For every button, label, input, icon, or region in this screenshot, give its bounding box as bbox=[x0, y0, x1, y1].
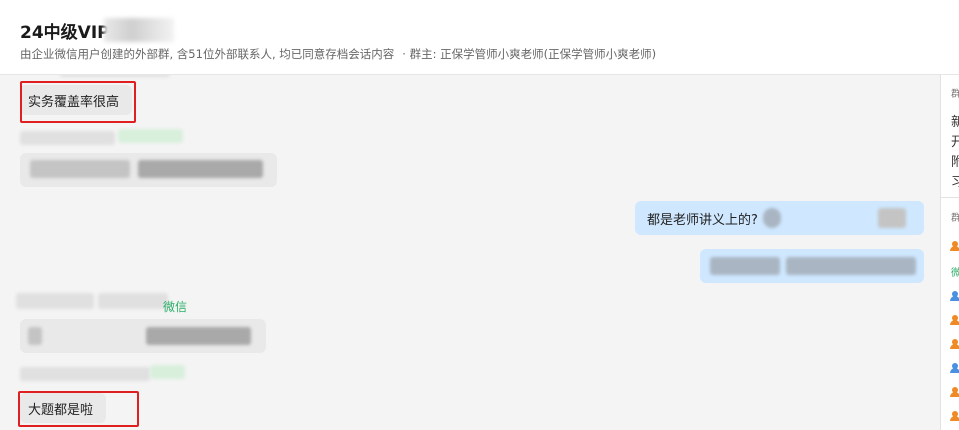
group-member-info: 由企业微信用户创建的外部群, 含51位外部联系人, 均已同意存档会话内容 bbox=[20, 47, 395, 61]
member-icon[interactable] bbox=[950, 363, 959, 373]
notice-text: 新 bbox=[951, 111, 959, 130]
wechat-label: 微 bbox=[951, 264, 959, 279]
chat-header: 24中级VIP 由企业微信用户创建的外部群, 含51位外部联系人, 均已同意存档… bbox=[0, 0, 959, 75]
member-icon[interactable] bbox=[950, 411, 959, 421]
redacted-content bbox=[60, 75, 170, 77]
message-bubble[interactable] bbox=[700, 249, 924, 283]
message-bubble[interactable] bbox=[20, 153, 277, 187]
redacted-title-suffix bbox=[104, 18, 174, 42]
member-icon[interactable] bbox=[950, 315, 959, 325]
redacted-sender bbox=[150, 365, 185, 379]
redacted-sender bbox=[98, 293, 168, 309]
group-owner: · 群主: 正保学管师小爽老师(正保学管师小爽老师) bbox=[402, 47, 657, 61]
redacted-sender bbox=[20, 131, 115, 145]
message-bubble[interactable]: 都是老师讲义上的? bbox=[635, 201, 924, 235]
member-icon[interactable] bbox=[950, 339, 959, 349]
member-icon[interactable] bbox=[950, 241, 959, 251]
redacted-sender bbox=[118, 129, 183, 143]
divider bbox=[941, 197, 959, 198]
member-icon[interactable] bbox=[950, 291, 959, 301]
redacted-content bbox=[763, 208, 781, 228]
notice-text: 附 bbox=[951, 151, 959, 170]
message-bubble[interactable] bbox=[20, 319, 266, 353]
redacted-content bbox=[710, 257, 780, 275]
redacted-content bbox=[146, 327, 251, 345]
member-icon[interactable] bbox=[950, 387, 959, 397]
redacted-sender bbox=[20, 367, 150, 381]
redacted-content bbox=[30, 160, 130, 178]
highlight-box bbox=[18, 391, 139, 427]
message-text: 都是老师讲义上的? bbox=[647, 213, 758, 228]
redacted-content bbox=[138, 160, 263, 178]
redacted-content bbox=[878, 208, 906, 228]
group-title: 24中级VIP bbox=[20, 23, 110, 43]
notice-text: 习 bbox=[951, 171, 959, 190]
redacted-content bbox=[786, 257, 916, 275]
section-label: 群 bbox=[951, 85, 959, 100]
notice-text: 开 bbox=[951, 131, 959, 150]
message-list[interactable]: 实务覆盖率很高 都是老师讲义上的? 微信 大题都是啦 bbox=[0, 75, 940, 430]
section-label: 群 bbox=[951, 209, 959, 224]
highlight-box bbox=[20, 81, 136, 123]
group-description: 由企业微信用户创建的外部群, 含51位外部联系人, 均已同意存档会话内容 · 群主… bbox=[20, 46, 656, 62]
wechat-source-tag: 微信 bbox=[163, 300, 188, 314]
group-info-panel: 群 新 开 附 习 群 微 bbox=[940, 75, 959, 430]
redacted-sender bbox=[16, 293, 94, 309]
redacted-content bbox=[28, 327, 42, 345]
